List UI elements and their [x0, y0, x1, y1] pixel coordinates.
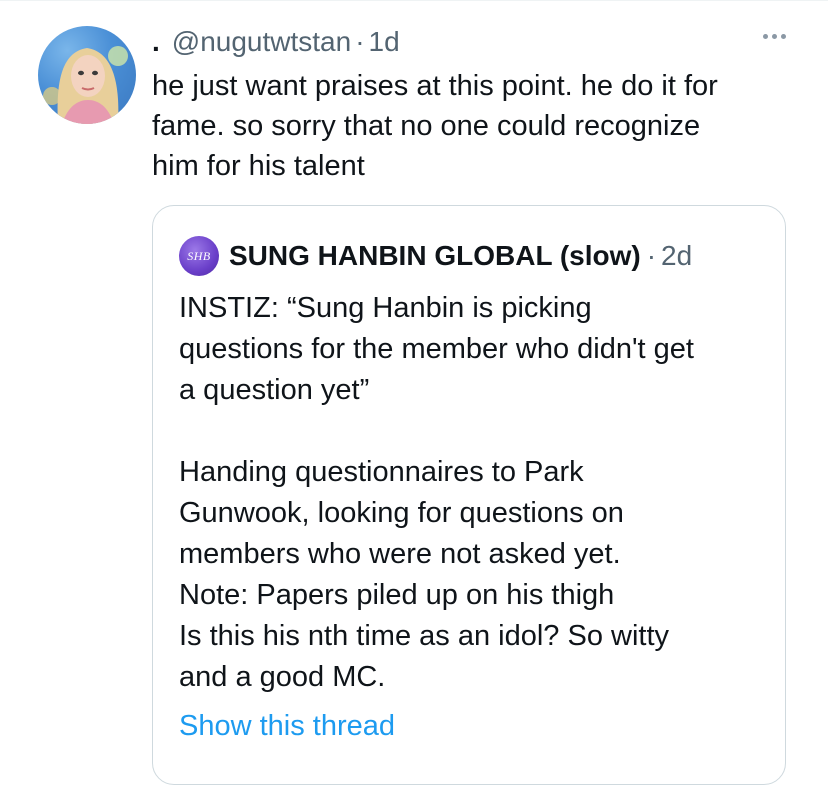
quoted-display-name: SUNG HANBIN GLOBAL (slow): [229, 240, 641, 271]
handle[interactable]: @nugutwtstan: [172, 26, 351, 58]
more-options-icon[interactable]: [763, 34, 786, 39]
quoted-tweet-header: SHB SUNG HANBIN GLOBAL (slow) · 2d: [179, 236, 692, 276]
quoted-tweet-text: INSTIZ: “Sung Hanbin is picking question…: [179, 292, 694, 693]
quoted-timestamp: 2d: [661, 240, 693, 271]
avatar[interactable]: [38, 26, 136, 124]
display-name[interactable]: .: [152, 26, 160, 58]
quoted-tweet-card[interactable]: SHB SUNG HANBIN GLOBAL (slow) · 2d INSTI…: [152, 205, 786, 785]
profile-photo-icon: [43, 46, 128, 124]
quoted-avatar-text: SHB: [187, 248, 211, 263]
quoted-separator: ·: [646, 240, 657, 271]
timestamp[interactable]: 1d: [369, 26, 400, 58]
tweet-header: . @nugutwtstan · 1d: [152, 24, 400, 60]
tweet-text: he just want praises at this point. he d…: [152, 70, 718, 182]
quoted-avatar: SHB: [179, 236, 219, 276]
top-divider: [0, 0, 828, 1]
show-thread-link[interactable]: Show this thread: [179, 706, 395, 747]
separator: ·: [355, 26, 365, 57]
